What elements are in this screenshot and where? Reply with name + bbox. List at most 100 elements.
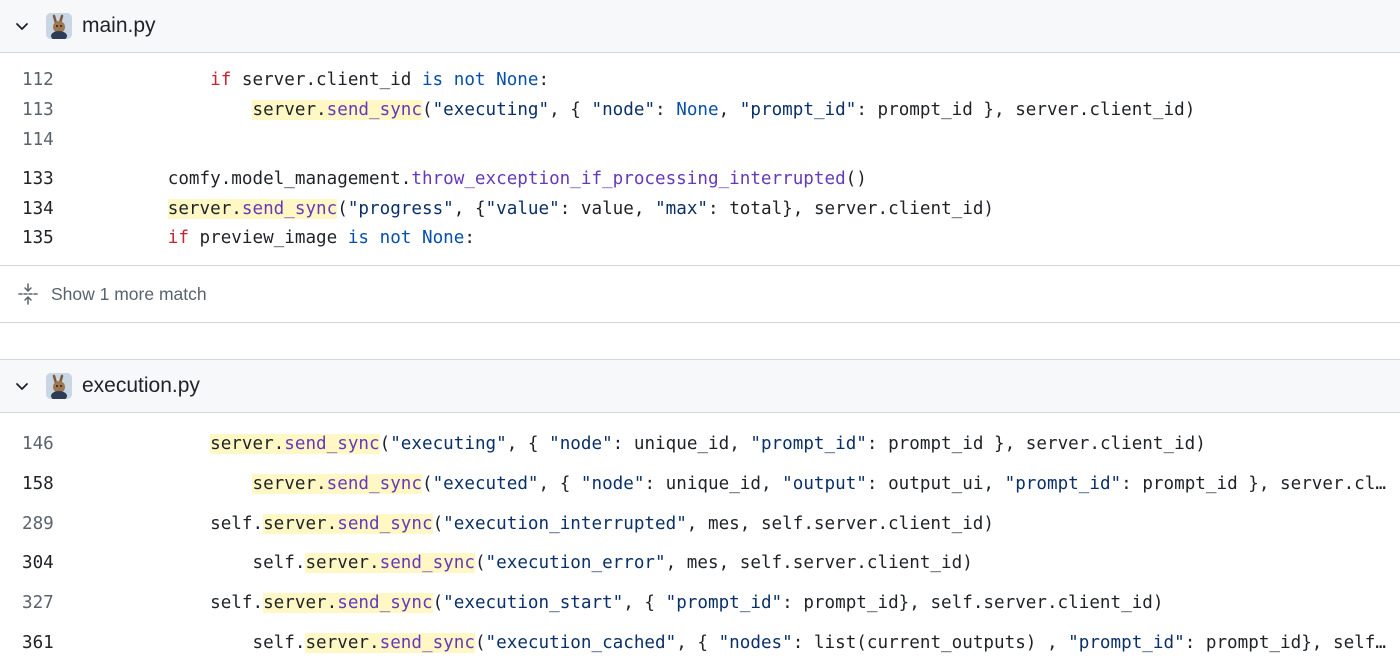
code-token: "prompt_id" — [750, 434, 867, 454]
code-text: self.server.send_sync("execution_cached"… — [83, 633, 1394, 653]
code-line: 289 self.server.send_sync("execution_int… — [0, 509, 1400, 539]
code-token: : prompt_id }, server.client_id) — [1121, 474, 1394, 494]
code-token: "executing" — [432, 100, 550, 120]
repo-avatar-icon — [46, 373, 72, 399]
code-token: "output" — [782, 474, 867, 494]
line-number[interactable]: 146 — [0, 434, 76, 454]
code-token: , { — [453, 199, 486, 219]
code-token: "executed" — [432, 474, 539, 494]
code-token: , { — [538, 474, 581, 494]
code-text: server.send_sync("executed", { "node": u… — [83, 474, 1394, 494]
code-token: : unique_id, — [644, 474, 783, 494]
match-highlight: server. — [252, 474, 327, 494]
code-token: : prompt_id}, self.server.client_id) — [1184, 633, 1394, 653]
code-token: self. — [83, 633, 306, 653]
code-token: "execution_interrupted" — [443, 514, 687, 534]
code-token: , mes, self.server.client_id) — [665, 553, 973, 573]
code-token: ( — [337, 199, 348, 219]
line-number[interactable]: 114 — [0, 130, 76, 150]
code-text: server.send_sync("executing", { "node": … — [83, 434, 1394, 454]
file-name-link[interactable]: execution.py — [82, 374, 200, 398]
match-highlight: server. — [210, 434, 285, 454]
chevron-down-icon[interactable] — [11, 375, 33, 397]
code-token: None — [421, 228, 465, 248]
match-highlight: send_sync — [379, 633, 475, 653]
chevron-down-icon[interactable] — [11, 15, 33, 37]
line-number[interactable]: 133 — [0, 169, 76, 189]
code-line: 133 comfy.model_management.throw_excepti… — [0, 164, 1400, 194]
code-token: ( — [379, 434, 391, 454]
code-line: 304 self.server.send_sync("execution_err… — [0, 548, 1400, 578]
show-more-matches-button[interactable]: Show 1 more match — [0, 265, 1400, 323]
code-token: : prompt_id}, self.server.client_id) — [782, 593, 1164, 613]
code-token: , { — [506, 434, 550, 454]
file-header-main-py: main.py — [0, 0, 1400, 53]
line-number[interactable]: 113 — [0, 100, 76, 120]
code-token: : value, — [559, 199, 656, 219]
code-token: "execution_cached" — [485, 633, 677, 653]
code-text: self.server.send_sync("execution_start",… — [83, 593, 1394, 613]
code-token: "execution_error" — [485, 553, 666, 573]
code-token: ( — [474, 633, 486, 653]
file-name-link[interactable]: main.py — [82, 14, 156, 38]
code-token: , mes, self.server.client_id) — [686, 514, 994, 534]
code-token: "executing" — [390, 434, 507, 454]
code-token: , — [718, 100, 740, 120]
line-number[interactable]: 135 — [0, 228, 76, 248]
line-number[interactable]: 158 — [0, 474, 76, 494]
code-token: , { — [676, 633, 719, 653]
code-line: 158 server.send_sync("executed", { "node… — [0, 469, 1400, 499]
code-token: ( — [432, 593, 444, 613]
match-highlight: send_sync — [241, 199, 338, 219]
code-token: "max" — [655, 199, 709, 219]
match-highlight: send_sync — [379, 553, 475, 573]
file-header-execution-py: execution.py — [0, 359, 1400, 413]
code-line: 113 server.send_sync("executing", { "nod… — [0, 95, 1400, 125]
match-highlight: send_sync — [284, 434, 380, 454]
code-text: self.server.send_sync("execution_error",… — [83, 553, 1394, 573]
match-highlight: server. — [252, 100, 327, 120]
line-number[interactable]: 327 — [0, 593, 76, 613]
code-token: , { — [549, 100, 592, 120]
line-number[interactable]: 289 — [0, 514, 76, 534]
code-text: if server.client_id is not None: — [83, 70, 1394, 90]
show-more-label: Show 1 more match — [51, 283, 207, 304]
match-highlight: send_sync — [337, 514, 433, 534]
line-number[interactable]: 112 — [0, 70, 76, 90]
code-token: server.client_id — [231, 70, 422, 90]
code-token: "progress" — [347, 199, 454, 219]
code-token: self. — [83, 593, 264, 613]
code-token: None — [676, 100, 719, 120]
code-token: : — [655, 100, 677, 120]
code-token: is not — [421, 70, 486, 90]
line-number[interactable]: 361 — [0, 633, 76, 653]
code-token: : list(current_outputs) , — [792, 633, 1069, 653]
code-token: None — [496, 70, 539, 90]
code-token: "nodes" — [718, 633, 793, 653]
match-highlight: server. — [167, 199, 242, 219]
code-token: : — [538, 70, 550, 90]
code-token: if — [210, 70, 232, 90]
code-line: 361 self.server.send_sync("execution_cac… — [0, 628, 1400, 658]
code-text: comfy.model_management.throw_exception_i… — [83, 169, 1394, 189]
match-highlight: send_sync — [326, 100, 422, 120]
code-token: : unique_id, — [612, 434, 751, 454]
match-highlight: send_sync — [326, 474, 422, 494]
code-token: comfy.model_management. — [83, 169, 412, 189]
code-token: "node" — [591, 100, 656, 120]
code-token: ( — [474, 553, 486, 573]
code-token: self. — [83, 514, 264, 534]
line-number[interactable]: 134 — [0, 199, 76, 219]
line-number[interactable]: 304 — [0, 553, 76, 573]
code-token: "execution_start" — [443, 593, 624, 613]
code-token: , { — [623, 593, 666, 613]
code-line: 146 server.send_sync("executing", { "nod… — [0, 429, 1400, 459]
code-token: throw_exception_if_processing_interrupte… — [411, 169, 846, 189]
